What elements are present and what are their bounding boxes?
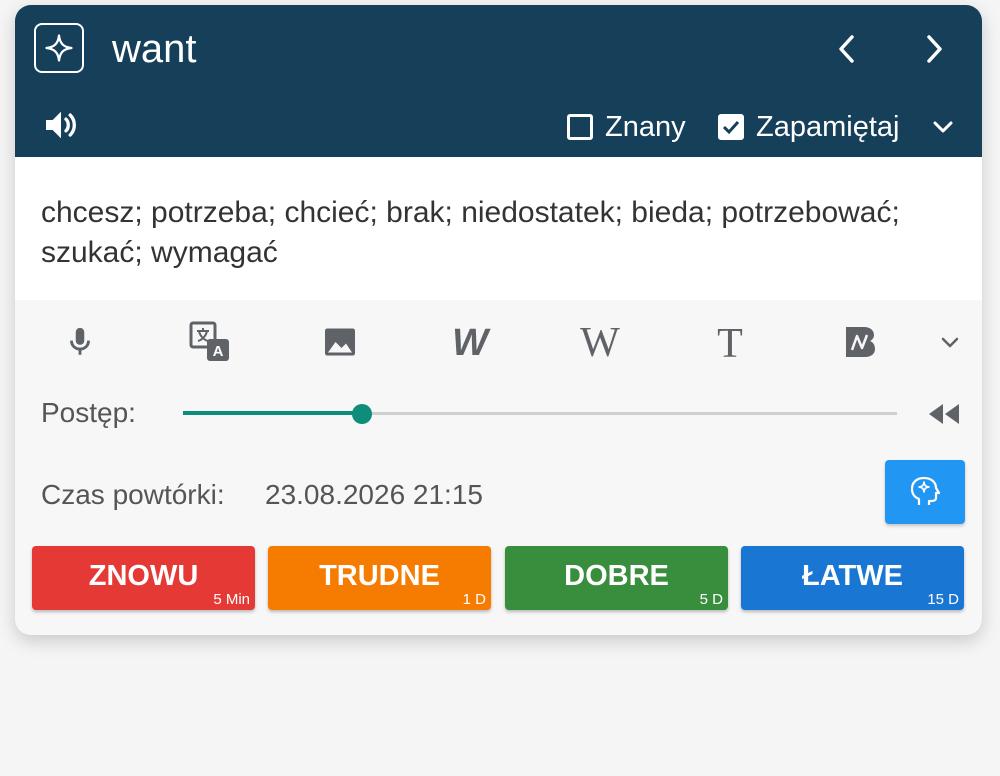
- wikipedia-button[interactable]: W: [575, 317, 625, 367]
- svg-text:W: W: [580, 322, 620, 362]
- toolbar-more-button[interactable]: [925, 317, 975, 367]
- w-dictionary-button[interactable]: W: [445, 317, 495, 367]
- answer-again-button[interactable]: ZNOWU 5 Min: [32, 546, 255, 610]
- translate-icon: A: [189, 321, 229, 361]
- remember-checkbox[interactable]: Zapamiętaj: [718, 109, 899, 145]
- microphone-button[interactable]: [55, 317, 105, 367]
- microphone-icon: [70, 327, 90, 355]
- translation-panel: chcesz; potrzeba; chcieć; brak; niedosta…: [15, 157, 982, 300]
- answer-label: DOBRE: [564, 560, 669, 592]
- known-label: Znany: [605, 110, 686, 143]
- answer-easy-button[interactable]: ŁATWE 15 D: [741, 546, 964, 610]
- text-button[interactable]: T: [705, 317, 755, 367]
- next-button[interactable]: [914, 27, 954, 71]
- progress-thumb[interactable]: [352, 404, 372, 424]
- answer-interval: 15 D: [927, 591, 959, 608]
- answer-good-button[interactable]: DOBRE 5 D: [505, 546, 728, 610]
- answer-hard-button[interactable]: TRUDNE 1 D: [268, 546, 491, 610]
- translation-text: chcesz; potrzeba; chcieć; brak; niedosta…: [41, 196, 900, 269]
- answer-label: ZNOWU: [88, 560, 199, 592]
- text-icon: T: [717, 322, 743, 362]
- remember-label: Zapamiętaj: [756, 110, 900, 143]
- sparkle-button[interactable]: [34, 23, 84, 73]
- image-icon: [325, 328, 355, 356]
- answer-label: ŁATWE: [802, 560, 903, 592]
- previous-button[interactable]: [827, 27, 867, 71]
- review-time-value: 23.08.2026 21:15: [265, 479, 483, 510]
- review-time-label: Czas powtórki:: [41, 479, 225, 510]
- answer-interval: 5 D: [699, 591, 723, 608]
- wikipedia-icon: W: [580, 322, 620, 362]
- svg-text:W: W: [452, 324, 491, 360]
- checkmark-icon: [722, 120, 740, 135]
- card-header: want Znany Zapamiętaj: [15, 5, 982, 157]
- answer-interval: 1 D: [462, 591, 486, 608]
- chevron-left-icon: [839, 35, 854, 63]
- tool-bar: A W W T: [15, 311, 982, 371]
- speaker-button[interactable]: [41, 105, 81, 145]
- svg-text:A: A: [213, 343, 224, 360]
- progress-fill: [183, 411, 362, 415]
- chevron-right-icon: [927, 35, 942, 63]
- flashcard: want Znany Zapamiętaj chcesz; potrzeba; …: [15, 5, 982, 635]
- b-logo-icon: [846, 327, 875, 357]
- rewind-icon: [929, 404, 959, 424]
- remember-checkbox-box[interactable]: [718, 114, 744, 140]
- svg-text:T: T: [717, 322, 743, 362]
- w-logo-icon: W: [452, 324, 491, 360]
- chevron-down-icon: [933, 121, 953, 133]
- sparkle-icon: [45, 34, 73, 62]
- answer-label: TRUDNE: [319, 560, 440, 592]
- word-title: want: [112, 27, 197, 71]
- chevron-down-icon: [941, 337, 959, 348]
- known-checkbox-box[interactable]: [567, 114, 593, 140]
- b-dictionary-button[interactable]: [835, 317, 885, 367]
- brain-icon: [910, 476, 941, 505]
- reset-progress-button[interactable]: [927, 401, 961, 427]
- speaker-icon: [46, 111, 76, 139]
- image-button[interactable]: [315, 317, 365, 367]
- header-dropdown-button[interactable]: [929, 113, 957, 141]
- answer-interval: 5 Min: [213, 591, 250, 608]
- translate-button[interactable]: A: [185, 317, 235, 367]
- known-checkbox[interactable]: Znany: [567, 109, 686, 145]
- brain-button[interactable]: [885, 460, 965, 524]
- progress-label: Postęp:: [41, 397, 136, 428]
